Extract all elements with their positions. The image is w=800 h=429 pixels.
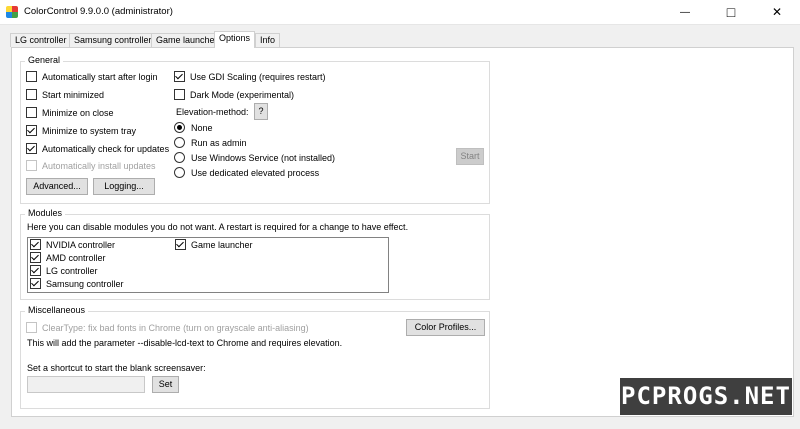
start-service-button[interactable]: Start (456, 148, 484, 165)
tab-lg-controller[interactable]: LG controller (10, 33, 72, 47)
auto-check-updates-label: Automatically check for updates (42, 143, 170, 154)
tab-game-launcher[interactable]: Game launcher (151, 33, 223, 47)
minimize-on-close-box[interactable] (26, 107, 37, 118)
cleartype-checkbox[interactable]: ClearType: fix bad fonts in Chrome (turn… (26, 322, 309, 333)
module-nvidia-label: NVIDIA controller (46, 239, 116, 250)
elevation-none-circle[interactable] (174, 122, 185, 133)
module-lg-label: LG controller (46, 265, 98, 276)
app-icon (6, 6, 18, 18)
dark-mode-label: Dark Mode (experimental) (190, 89, 295, 100)
elevation-windows-service-label: Use Windows Service (not installed) (191, 152, 336, 163)
module-amd-label: AMD controller (46, 252, 106, 263)
logging-button[interactable]: Logging... (93, 178, 155, 195)
minimize-to-tray-box[interactable] (26, 125, 37, 136)
minimize-to-tray-label: Minimize to system tray (42, 125, 137, 136)
options-panel: General Automatically start after login … (11, 47, 794, 417)
elevation-dedicated-process-label: Use dedicated elevated process (191, 167, 320, 178)
general-group: General Automatically start after login … (20, 55, 490, 204)
general-group-title: General (25, 55, 64, 65)
module-samsung-label: Samsung controller (46, 278, 124, 289)
title-bar[interactable]: ColorControl 9.9.0.0 (administrator) — □… (0, 0, 800, 25)
elevation-windows-service-radio[interactable]: Use Windows Service (not installed) (174, 152, 335, 163)
elevation-dedicated-process-circle[interactable] (174, 167, 185, 178)
dark-mode-checkbox[interactable]: Dark Mode (experimental) (174, 89, 294, 100)
elevation-dedicated-process-radio[interactable]: Use dedicated elevated process (174, 167, 319, 178)
auto-install-updates-box[interactable] (26, 160, 37, 171)
gdi-scaling-checkbox[interactable]: Use GDI Scaling (requires restart) (174, 71, 326, 82)
tab-samsung-controller[interactable]: Samsung controller (69, 33, 157, 47)
elevation-windows-service-circle[interactable] (174, 152, 185, 163)
module-samsung-box[interactable] (30, 278, 41, 289)
module-nvidia-box[interactable] (30, 239, 41, 250)
cleartype-box[interactable] (26, 322, 37, 333)
minimize-to-tray-checkbox[interactable]: Minimize to system tray (26, 125, 136, 136)
module-item-nvidia[interactable]: NVIDIA controller (30, 239, 115, 250)
cleartype-note: This will add the parameter --disable-lc… (27, 338, 343, 348)
modules-group: Modules Here you can disable modules you… (20, 208, 490, 300)
auto-start-checkbox[interactable]: Automatically start after login (26, 71, 158, 82)
watermark-logo: PCPROGS.NET (620, 378, 792, 415)
module-item-lg[interactable]: LG controller (30, 265, 98, 276)
start-minimized-label: Start minimized (42, 89, 105, 100)
minimize-on-close-label: Minimize on close (42, 107, 114, 118)
minimize-icon: — (680, 6, 690, 18)
set-shortcut-button[interactable]: Set (152, 376, 179, 393)
minimize-on-close-checkbox[interactable]: Minimize on close (26, 107, 114, 118)
close-icon: ✕ (771, 5, 783, 19)
elevation-none-label: None (191, 122, 213, 133)
advanced-button[interactable]: Advanced... (26, 178, 88, 195)
tab-info[interactable]: Info (255, 33, 281, 47)
module-amd-box[interactable] (30, 252, 41, 263)
module-item-game-launcher[interactable]: Game launcher (175, 239, 253, 250)
minimize-button[interactable]: — (662, 0, 708, 24)
tab-options[interactable]: Options (214, 31, 256, 48)
start-minimized-checkbox[interactable]: Start minimized (26, 89, 104, 100)
auto-check-updates-box[interactable] (26, 143, 37, 154)
window-title: ColorControl 9.9.0.0 (administrator) (24, 6, 173, 17)
module-game-launcher-box[interactable] (175, 239, 186, 250)
elevation-run-as-admin-circle[interactable] (174, 137, 185, 148)
modules-description: Here you can disable modules you do not … (27, 222, 409, 232)
cleartype-label: ClearType: fix bad fonts in Chrome (turn… (42, 322, 309, 333)
misc-group-title: Miscellaneous (25, 305, 89, 315)
module-lg-box[interactable] (30, 265, 41, 276)
elevation-method-label: Elevation-method: (176, 107, 249, 117)
dark-mode-box[interactable] (174, 89, 185, 100)
auto-install-updates-checkbox[interactable]: Automatically install updates (26, 160, 156, 171)
maximize-button[interactable]: □ (708, 0, 754, 24)
modules-group-title: Modules (25, 208, 66, 218)
auto-install-updates-label: Automatically install updates (42, 160, 156, 171)
elevation-run-as-admin-radio[interactable]: Run as admin (174, 137, 247, 148)
elevation-run-as-admin-label: Run as admin (191, 137, 247, 148)
misc-group: Miscellaneous ClearType: fix bad fonts i… (20, 305, 490, 409)
close-button[interactable]: ✕ (754, 0, 800, 24)
gdi-scaling-box[interactable] (174, 71, 185, 82)
module-game-launcher-label: Game launcher (191, 239, 253, 250)
module-item-samsung[interactable]: Samsung controller (30, 278, 124, 289)
auto-start-label: Automatically start after login (42, 71, 158, 82)
module-item-amd[interactable]: AMD controller (30, 252, 106, 263)
shortcut-input[interactable] (27, 376, 145, 393)
elevation-none-radio[interactable]: None (174, 122, 213, 133)
auto-start-box[interactable] (26, 71, 37, 82)
maximize-icon: □ (726, 4, 736, 20)
shortcut-label: Set a shortcut to start the blank screen… (27, 363, 206, 373)
color-profiles-button[interactable]: Color Profiles... (406, 319, 485, 336)
auto-check-updates-checkbox[interactable]: Automatically check for updates (26, 143, 169, 154)
elevation-help-button[interactable]: ? (254, 103, 268, 120)
start-minimized-box[interactable] (26, 89, 37, 100)
gdi-scaling-label: Use GDI Scaling (requires restart) (190, 71, 326, 82)
modules-checklist[interactable]: NVIDIA controller AMD controller LG cont… (27, 237, 389, 293)
